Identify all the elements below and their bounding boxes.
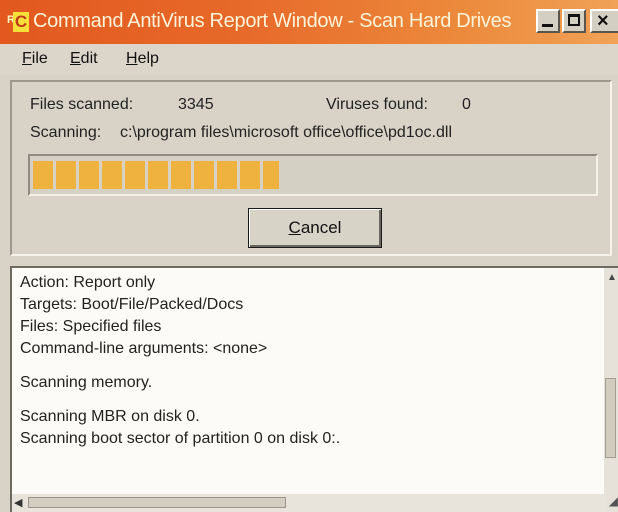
- menu-edit[interactable]: Edit: [70, 50, 98, 68]
- window-title: Command AntiVirus Report Window - Scan H…: [33, 10, 512, 32]
- files-scanned-label: Files scanned:: [30, 96, 134, 113]
- report-log-lines: Action: Report only Targets: Boot/File/Pa…: [20, 272, 600, 450]
- scroll-up-icon[interactable]: ▲: [607, 272, 617, 283]
- close-button[interactable]: ×: [590, 9, 618, 33]
- maximize-icon: [568, 14, 580, 26]
- log-line: Files: Specified files: [20, 318, 162, 335]
- maximize-button[interactable]: [562, 9, 586, 33]
- horizontal-scroll-thumb[interactable]: [28, 497, 286, 508]
- resize-grip-icon[interactable]: ◢: [598, 494, 618, 512]
- log-line: Command-line arguments: <none>: [20, 340, 268, 357]
- log-line: Action: Report only: [20, 274, 156, 291]
- menu-bar: File Edit Help: [0, 44, 618, 74]
- antivirus-report-window: R C Command AntiVirus Report Window - Sc…: [0, 0, 618, 512]
- log-line: Scanning memory.: [20, 374, 153, 391]
- log-line: Scanning boot sector of partition 0 on d…: [20, 430, 341, 447]
- menu-help[interactable]: Help: [126, 50, 159, 68]
- minimize-icon: [542, 24, 553, 27]
- scanning-label: Scanning:: [30, 124, 102, 141]
- minimize-button[interactable]: [536, 9, 560, 33]
- current-scan-path: c:\program files\microsoft office\office…: [120, 124, 452, 141]
- title-bar[interactable]: R C Command AntiVirus Report Window - Sc…: [0, 0, 618, 44]
- vertical-scrollbar[interactable]: ▲: [604, 268, 618, 512]
- report-log[interactable]: Action: Report only Targets: Boot/File/Pa…: [10, 266, 618, 512]
- menu-file[interactable]: File: [22, 50, 48, 68]
- viruses-found-label: Viruses found:: [326, 96, 428, 113]
- scroll-left-icon[interactable]: ◀: [14, 496, 22, 509]
- scan-progress-fill: [33, 161, 280, 189]
- close-icon: ×: [597, 10, 609, 32]
- horizontal-scrollbar[interactable]: ◀: [12, 494, 606, 512]
- cancel-button[interactable]: Cancel: [248, 208, 382, 248]
- log-line: Scanning MBR on disk 0.: [20, 408, 200, 425]
- scan-progress-bar: [28, 154, 598, 196]
- viruses-found-value: 0: [462, 96, 471, 113]
- files-scanned-value: 3345: [178, 96, 214, 113]
- log-line: Targets: Boot/File/Packed/Docs: [20, 296, 244, 313]
- command-antivirus-icon[interactable]: R C: [7, 12, 29, 32]
- vertical-scroll-thumb[interactable]: [605, 378, 616, 458]
